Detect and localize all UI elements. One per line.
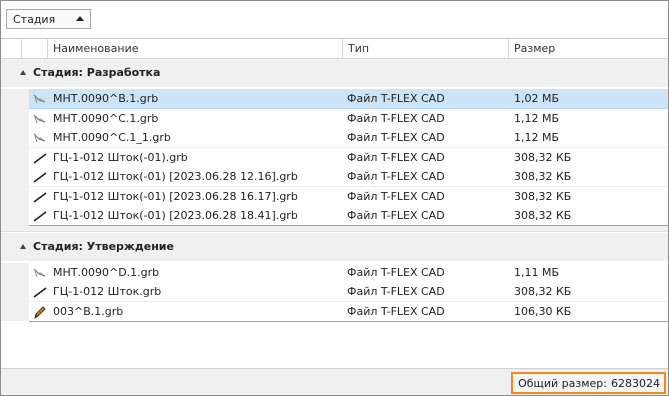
sort-ascending-icon[interactable] bbox=[76, 16, 84, 21]
collapse-triangle-icon[interactable] bbox=[20, 243, 26, 249]
line-icon bbox=[32, 169, 48, 185]
group-by-label: Стадия bbox=[13, 12, 56, 26]
file-size: 308,32 КБ bbox=[514, 285, 572, 298]
file-type: Файл T-FLEX CAD bbox=[347, 111, 445, 125]
line-icon bbox=[32, 189, 48, 205]
file-type: Файл T-FLEX CAD bbox=[347, 209, 445, 222]
file-row[interactable]: МНТ.0090^D.1.grb Файл T-FLEX CAD 1,11 МБ bbox=[29, 262, 668, 283]
total-size-value: 6283024 bbox=[611, 376, 660, 390]
file-type: Файл T-FLEX CAD bbox=[347, 189, 445, 203]
file-name: ГЦ-1-012 Шток(-01) [2023.06.28 18.41].gr… bbox=[53, 209, 298, 222]
line-icon bbox=[32, 284, 48, 300]
group-title: Стадия: Утверждение bbox=[33, 239, 174, 253]
file-name: 003^В.1.grb bbox=[53, 304, 124, 318]
file-row[interactable]: ГЦ-1-012 Шток(-01) [2023.06.28 16.17].gr… bbox=[29, 186, 668, 207]
file-row[interactable]: МНТ.0090^В.1.grb Файл T-FLEX CAD 1,02 МБ bbox=[29, 89, 668, 109]
file-size: 106,30 КБ bbox=[514, 304, 572, 318]
toolbar: Стадия bbox=[1, 1, 668, 38]
file-name: ГЦ-1-012 Шток.grb bbox=[53, 285, 162, 298]
file-row[interactable]: ГЦ-1-012 Шток(-01) [2023.06.28 12.16].gr… bbox=[29, 167, 668, 187]
file-type: Файл T-FLEX CAD bbox=[347, 285, 445, 298]
total-size-label: Общий размер: bbox=[518, 376, 607, 390]
column-header: Наименование Тип Размер bbox=[1, 38, 668, 59]
line-icon bbox=[32, 208, 48, 224]
file-name: МНТ.0090^D.1.grb bbox=[53, 265, 160, 279]
group-indent bbox=[1, 262, 29, 321]
group-indent bbox=[1, 89, 29, 226]
group-separator bbox=[1, 225, 668, 232]
file-row[interactable]: ГЦ-1-012 Шток(-01).grb Файл T-FLEX CAD 308… bbox=[29, 147, 668, 168]
file-size: 1,02 МБ bbox=[514, 92, 560, 105]
column-header-size[interactable]: Размер bbox=[508, 39, 555, 58]
group-header[interactable]: Стадия: Разработка bbox=[1, 59, 668, 87]
drawing-icon bbox=[32, 111, 48, 127]
file-size: 1,12 МБ bbox=[514, 131, 560, 144]
file-name: МНТ.0090^С.1_1.grb bbox=[53, 131, 171, 144]
status-bar: Общий размер: 6283024 bbox=[1, 368, 668, 395]
group-by-stage-chip[interactable]: Стадия bbox=[6, 9, 91, 29]
file-row[interactable]: 003^В.1.grb Файл T-FLEX CAD 106,30 КБ bbox=[29, 301, 668, 322]
file-row[interactable]: МНТ.0090^С.1.grb Файл T-FLEX CAD 1,12 МБ bbox=[29, 108, 668, 129]
file-type: Файл T-FLEX CAD bbox=[347, 170, 445, 183]
file-type: Файл T-FLEX CAD bbox=[347, 92, 445, 105]
file-type: Файл T-FLEX CAD bbox=[347, 304, 445, 318]
total-size-indicator: Общий размер: 6283024 bbox=[511, 372, 666, 394]
file-name: МНТ.0090^В.1.grb bbox=[53, 92, 159, 105]
file-type: Файл T-FLEX CAD bbox=[347, 265, 445, 279]
file-list-window: Стадия Наименование Тип Размер Стадия: Р… bbox=[0, 0, 669, 396]
file-size: 308,32 КБ bbox=[514, 150, 572, 164]
file-name: ГЦ-1-012 Шток(-01) [2023.06.28 12.16].gr… bbox=[53, 170, 298, 183]
drawing-icon bbox=[32, 265, 48, 281]
file-name: МНТ.0090^С.1.grb bbox=[53, 111, 159, 125]
file-row[interactable]: ГЦ-1-012 Шток(-01) [2023.06.28 18.41].gr… bbox=[29, 206, 668, 226]
drawing-icon bbox=[32, 130, 48, 146]
file-name: ГЦ-1-012 Шток(-01) [2023.06.28 16.17].gr… bbox=[53, 189, 298, 203]
file-size: 308,32 КБ bbox=[514, 170, 572, 183]
collapse-triangle-icon[interactable] bbox=[20, 70, 26, 75]
column-header-type[interactable]: Тип bbox=[342, 39, 369, 58]
file-row[interactable]: МНТ.0090^С.1_1.grb Файл T-FLEX CAD 1,12 МБ bbox=[29, 128, 668, 148]
pencil-icon bbox=[32, 304, 48, 320]
file-type: Файл T-FLEX CAD bbox=[347, 150, 445, 164]
file-name: ГЦ-1-012 Шток(-01).grb bbox=[53, 150, 188, 164]
line-icon bbox=[32, 150, 48, 166]
file-size: 1,12 МБ bbox=[514, 111, 560, 125]
group-title: Стадия: Разработка bbox=[33, 66, 161, 79]
column-separator[interactable] bbox=[21, 39, 22, 58]
file-type: Файл T-FLEX CAD bbox=[347, 131, 445, 144]
group-header[interactable]: Стадия: Утверждение bbox=[1, 232, 668, 261]
file-row[interactable]: ГЦ-1-012 Шток.grb Файл T-FLEX CAD 308,32 К… bbox=[29, 282, 668, 302]
file-size: 1,11 МБ bbox=[514, 265, 560, 279]
file-size: 308,32 КБ bbox=[514, 189, 572, 203]
column-header-name[interactable]: Наименование bbox=[47, 39, 138, 58]
drawing-icon bbox=[32, 91, 48, 107]
file-size: 308,32 КБ bbox=[514, 209, 572, 222]
